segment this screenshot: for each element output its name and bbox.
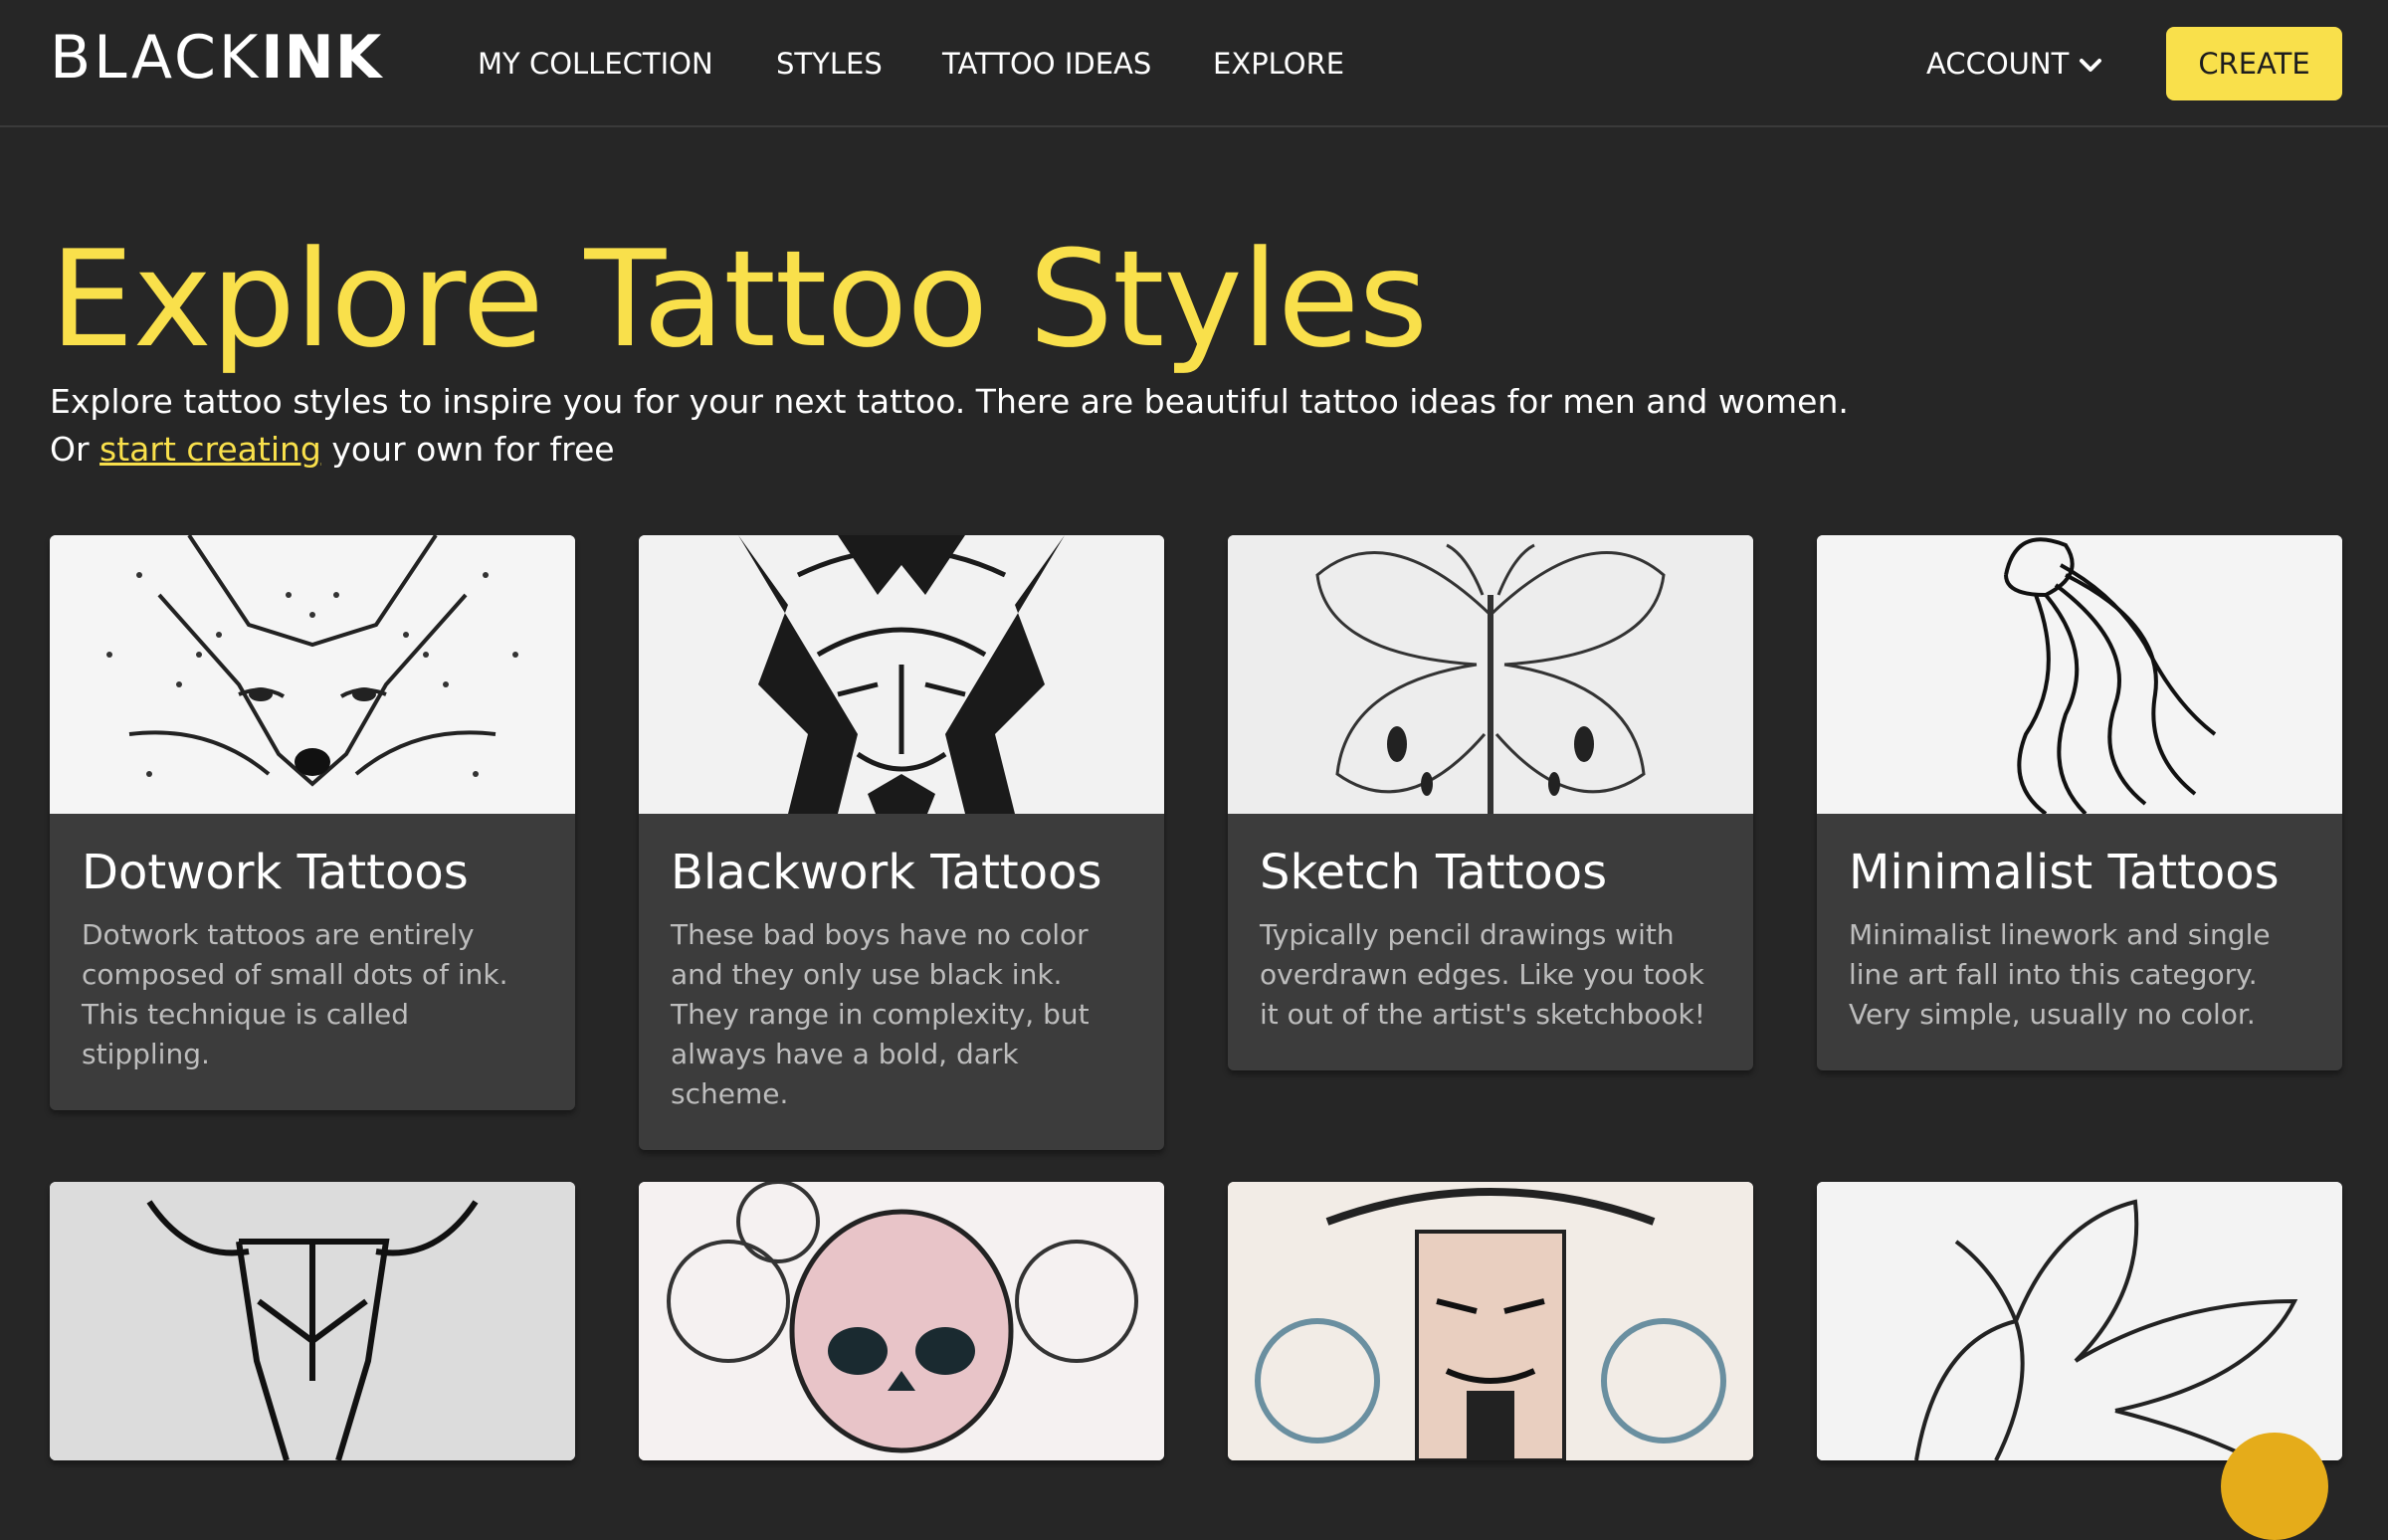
top-navbar: BLACKINK MY COLLECTION STYLES TATTOO IDE… bbox=[0, 0, 2388, 127]
nav-tattoo-ideas[interactable]: TATTOO IDEAS bbox=[942, 44, 1151, 84]
jellyfish-illustration bbox=[1817, 535, 2342, 814]
style-card-row2-3[interactable] bbox=[1228, 1182, 1753, 1460]
page-title: Explore Tattoo Styles bbox=[50, 222, 1428, 377]
start-creating-link[interactable]: start creating bbox=[100, 430, 321, 469]
subtitle-or: Or bbox=[50, 430, 90, 469]
chevron-down-icon bbox=[2080, 59, 2102, 72]
chat-bubble-button[interactable] bbox=[2221, 1433, 2328, 1540]
nav-my-collection[interactable]: MY COLLECTION bbox=[478, 44, 713, 84]
page-subtitle: Explore tattoo styles to inspire you for… bbox=[50, 378, 1940, 474]
fox-illustration bbox=[50, 535, 575, 814]
style-card-minimalist[interactable]: Minimalist Tattoos Minimalist linework a… bbox=[1817, 535, 2342, 1070]
nav-explore[interactable]: EXPLORE bbox=[1213, 44, 1344, 84]
card-title: Blackwork Tattoos bbox=[671, 845, 1102, 900]
style-card-row2-1[interactable] bbox=[50, 1182, 575, 1460]
style-card-sketch[interactable]: Sketch Tattoos Typically pencil drawings… bbox=[1228, 535, 1753, 1070]
account-label: ACCOUNT bbox=[1926, 47, 2070, 81]
skull-roses-illustration bbox=[639, 1182, 1164, 1460]
style-card-row2-2[interactable] bbox=[639, 1182, 1164, 1460]
card-description: Typically pencil drawings with overdrawn… bbox=[1260, 918, 1705, 1031]
card-description: Minimalist linework and single line art … bbox=[1849, 918, 2271, 1031]
subtitle-line1: Explore tattoo styles to inspire you for… bbox=[50, 382, 1849, 421]
card-title: Sketch Tattoos bbox=[1260, 845, 1608, 900]
lion-illustration bbox=[639, 535, 1164, 814]
style-card-blackwork[interactable]: Blackwork Tattoos These bad boys have no… bbox=[639, 535, 1164, 1150]
flower-illustration bbox=[1817, 1182, 2342, 1460]
brand-logo-bold: INK bbox=[261, 23, 383, 93]
butterfly-illustration bbox=[1228, 535, 1753, 814]
card-description: Dotwork tattoos are entirely composed of… bbox=[82, 918, 508, 1070]
style-card-dotwork[interactable]: Dotwork Tattoos Dotwork tattoos are enti… bbox=[50, 535, 575, 1110]
card-description: These bad boys have no color and they on… bbox=[671, 918, 1090, 1110]
account-menu[interactable]: ACCOUNT bbox=[1926, 44, 2102, 84]
create-button[interactable]: CREATE bbox=[2166, 27, 2342, 100]
style-card-row2-4[interactable] bbox=[1817, 1182, 2342, 1460]
samurai-illustration bbox=[1228, 1182, 1753, 1460]
card-title: Minimalist Tattoos bbox=[1849, 845, 2280, 900]
nav-styles[interactable]: STYLES bbox=[776, 44, 883, 84]
bull-skull-illustration bbox=[50, 1182, 575, 1460]
card-title: Dotwork Tattoos bbox=[82, 845, 469, 900]
subtitle-rest: your own for free bbox=[331, 430, 615, 469]
brand-logo[interactable]: BLACKINK bbox=[50, 28, 382, 88]
brand-logo-thin: BLACK bbox=[50, 23, 262, 93]
